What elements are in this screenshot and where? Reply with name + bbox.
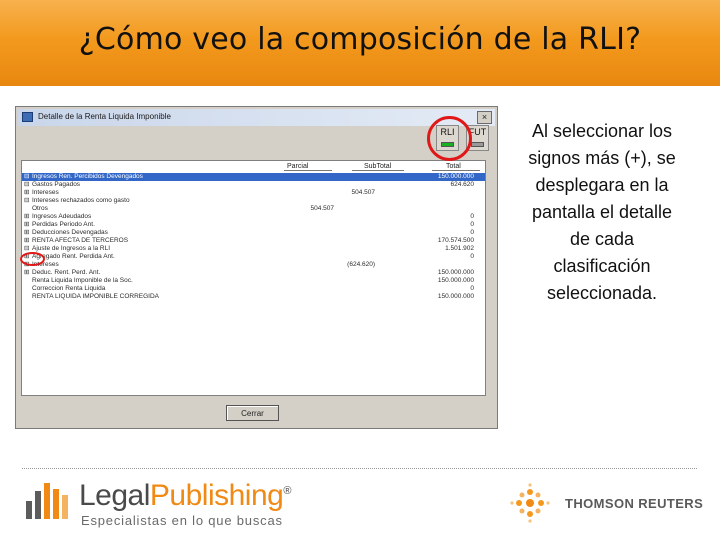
thomson-reuters-logo: THOMSON REUTERS bbox=[510, 483, 704, 523]
expand-toggle-icon[interactable]: ⊞ bbox=[24, 229, 29, 237]
fut-indicator bbox=[471, 142, 484, 147]
row-label: Ingresos Adeudados bbox=[32, 213, 92, 220]
expand-toggle-icon[interactable]: ⊟ bbox=[24, 173, 29, 181]
row-label: Ajuste de Ingresos a la RLI bbox=[32, 245, 111, 252]
tree-row[interactable]: Correccion Renta Liquida 0 bbox=[22, 285, 485, 293]
row-total: 0 bbox=[470, 213, 474, 220]
app-icon bbox=[22, 112, 33, 122]
slide-title: ¿Cómo veo la composición de la RLI? bbox=[78, 22, 642, 57]
tree-row[interactable]: ⊟ Gastos Pagados 624.620 bbox=[22, 181, 485, 189]
tree-row[interactable]: ⊞ Perdidas Periodo Ant. 0 bbox=[22, 221, 485, 229]
legal-publishing-tagline: Especialistas en lo que buscas bbox=[81, 513, 283, 528]
row-total: 150.000.000 bbox=[437, 173, 474, 180]
tree-row[interactable]: ⊞ Agregado Rent. Perdida Ant. 0 bbox=[22, 253, 485, 261]
row-total: 150.000.000 bbox=[437, 269, 474, 276]
legal-publishing-wordmark: LegalPublishing® bbox=[79, 479, 291, 513]
row-label: Intereses bbox=[32, 189, 59, 196]
expand-toggle-icon[interactable]: ⊞ bbox=[24, 221, 29, 229]
window-title: Detalle de la Renta Liquida Imponible bbox=[38, 112, 171, 121]
column-header-total: Total bbox=[446, 163, 461, 170]
tree-row[interactable]: ⊞ Intereses 504.507 bbox=[22, 189, 485, 197]
row-total: 150.000.000 bbox=[437, 277, 474, 284]
rli-detail-window: Detalle de la Renta Liquida Imponible × … bbox=[15, 106, 498, 429]
close-button[interactable]: Cerrar bbox=[226, 405, 279, 421]
row-label: Perdidas Periodo Ant. bbox=[32, 221, 95, 228]
window-titlebar: Detalle de la Renta Liquida Imponible × bbox=[18, 109, 495, 126]
row-label: Renta Liquida Imponible de la Soc. bbox=[32, 277, 133, 284]
tree-row[interactable]: ⊞ Deduc. Rent. Perd. Ant. 150.000.000 bbox=[22, 269, 485, 277]
row-total: 0 bbox=[470, 253, 474, 260]
rli-highlight-ring bbox=[427, 116, 472, 161]
title-band: ¿Cómo veo la composición de la RLI? bbox=[0, 0, 720, 86]
row-label: RENTA AFECTA DE TERCEROS bbox=[32, 237, 129, 244]
tree-row[interactable]: ⊞ RENTA AFECTA DE TERCEROS 170.574.500 bbox=[22, 237, 485, 245]
row-label: RENTA LIQUIDA IMPONIBLE CORREGIDA bbox=[32, 293, 160, 300]
row-total: 0 bbox=[470, 285, 474, 292]
row-label: Correccion Renta Liquida bbox=[32, 285, 106, 292]
rli-tree-view[interactable]: Parcial SubTotal Total ⊟ Ingresos Ren. Pe… bbox=[21, 160, 486, 396]
tree-row[interactable]: Renta Liquida Imponible de la Soc. 150.00… bbox=[22, 277, 485, 285]
row-label: Otros bbox=[32, 205, 48, 212]
row-subtotal: 504.507 bbox=[351, 189, 376, 196]
row-total: 624.620 bbox=[450, 181, 475, 188]
column-underline bbox=[284, 170, 332, 171]
row-total: 170.574.500 bbox=[437, 237, 474, 244]
plus-sign-highlight-ring bbox=[20, 252, 45, 266]
row-parcial: 504.507 bbox=[310, 205, 335, 212]
expand-toggle-icon[interactable]: ⊞ bbox=[24, 189, 29, 197]
row-label: Deducciones Devengadas bbox=[32, 229, 108, 236]
expand-toggle-icon[interactable]: ⊟ bbox=[24, 181, 29, 189]
registered-mark: ® bbox=[283, 485, 291, 497]
row-label: Intereses rechazados como gasto bbox=[32, 197, 130, 204]
expand-toggle-icon[interactable]: ⊞ bbox=[24, 237, 29, 245]
row-subtotal: (624.620) bbox=[347, 261, 375, 268]
tree-row[interactable]: Otros 504.507 bbox=[22, 205, 485, 213]
row-label: Gastos Pagados bbox=[32, 181, 81, 188]
row-label: Deduc. Rent. Perd. Ant. bbox=[32, 269, 101, 276]
thomson-reuters-dots-icon bbox=[510, 483, 550, 523]
expand-toggle-icon[interactable]: ⊞ bbox=[24, 213, 29, 221]
tree-row[interactable]: ⊞ Ingresos Adeudados 0 bbox=[22, 213, 485, 221]
tree-row[interactable]: RENTA LIQUIDA IMPONIBLE CORREGIDA 150.000… bbox=[22, 293, 485, 301]
legal-publishing-logo: LegalPublishing® Especialistas en lo que… bbox=[24, 479, 294, 529]
tree-row[interactable]: ⊞ Intereses (624.620) bbox=[22, 261, 485, 269]
legal-publishing-bars-icon bbox=[26, 483, 68, 519]
footer-divider bbox=[22, 468, 697, 469]
expand-toggle-icon[interactable]: ⊟ bbox=[24, 197, 29, 205]
thomson-reuters-wordmark: THOMSON REUTERS bbox=[565, 496, 704, 511]
expand-toggle-icon[interactable]: ⊞ bbox=[24, 269, 29, 277]
row-label: Ingresos Ren. Percibidos Devengados bbox=[32, 173, 143, 180]
column-underline bbox=[432, 170, 480, 171]
row-total: 1.501.902 bbox=[445, 245, 474, 252]
row-total: 0 bbox=[470, 221, 474, 228]
column-underline bbox=[352, 170, 404, 171]
tree-row[interactable]: ⊟ Ingresos Ren. Percibidos Devengados 150.… bbox=[22, 173, 485, 181]
brand-publishing: Publishing bbox=[149, 479, 284, 512]
brand-legal: Legal bbox=[79, 479, 150, 512]
explanation-text: Al seleccionar los signos más (+), se de… bbox=[528, 121, 676, 303]
close-icon[interactable]: × bbox=[477, 111, 492, 124]
row-total: 0 bbox=[470, 229, 474, 236]
column-header-subtotal: SubTotal bbox=[364, 163, 392, 170]
tree-row[interactable]: ⊟ Intereses rechazados como gasto bbox=[22, 197, 485, 205]
row-total: 150.000.000 bbox=[437, 293, 474, 300]
column-header-parcial: Parcial bbox=[287, 163, 309, 170]
tree-row[interactable]: ⊟ Ajuste de Ingresos a la RLI 1.501.902 bbox=[22, 245, 485, 253]
tree-row[interactable]: ⊞ Deducciones Devengadas 0 bbox=[22, 229, 485, 237]
